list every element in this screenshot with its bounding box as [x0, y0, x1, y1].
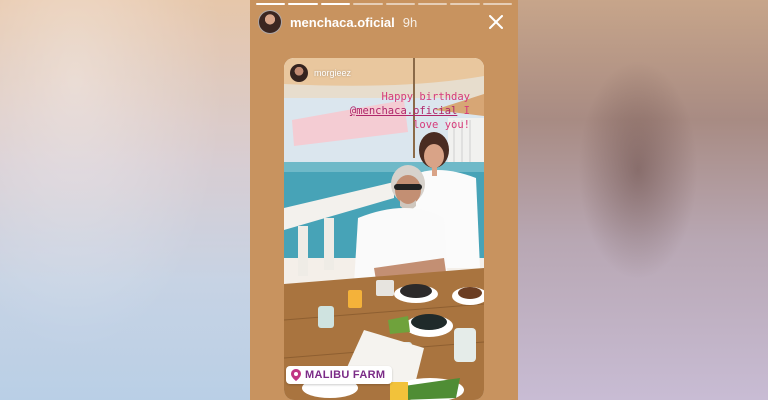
repost-username[interactable]: morgieez	[314, 68, 351, 78]
sticker-line-2: @menchaca.oficial I	[294, 104, 470, 118]
location-sticker[interactable]: MALIBU FARM	[286, 366, 393, 384]
progress-segment	[353, 3, 383, 5]
sticker-line-2-suffix: I	[463, 105, 470, 117]
sticker-line-3: love you!	[413, 119, 470, 131]
close-icon	[489, 15, 503, 29]
birthday-text-sticker: Happy birthday @menchaca.oficial I love …	[294, 90, 470, 132]
reposted-photo[interactable]: morgieez Happy birthday @menchaca.oficia…	[284, 58, 484, 400]
progress-segment	[320, 3, 351, 5]
story-header: menchaca.oficial 9h	[258, 10, 510, 34]
mention-link[interactable]: @menchaca.oficial	[350, 105, 457, 117]
blurred-background-left	[0, 0, 250, 400]
progress-segment	[385, 3, 415, 5]
author-username[interactable]: menchaca.oficial	[290, 15, 395, 30]
story-progress-bar	[256, 3, 512, 5]
location-label: MALIBU FARM	[305, 369, 386, 381]
blurred-background-right	[518, 0, 768, 400]
story-viewer[interactable]: menchaca.oficial 9h morgieez Happy birth…	[250, 0, 518, 400]
progress-segment	[482, 3, 512, 5]
repost-header: morgieez	[290, 64, 351, 82]
sticker-line-1: Happy birthday	[381, 91, 470, 103]
repost-avatar[interactable]	[290, 64, 308, 82]
progress-segment	[450, 3, 480, 5]
close-button[interactable]	[486, 12, 506, 32]
progress-segment	[288, 3, 318, 5]
progress-segment	[417, 3, 448, 5]
story-timestamp: 9h	[402, 14, 418, 30]
location-pin-icon	[291, 369, 301, 381]
progress-segment	[256, 3, 286, 5]
author-avatar[interactable]	[258, 10, 282, 34]
